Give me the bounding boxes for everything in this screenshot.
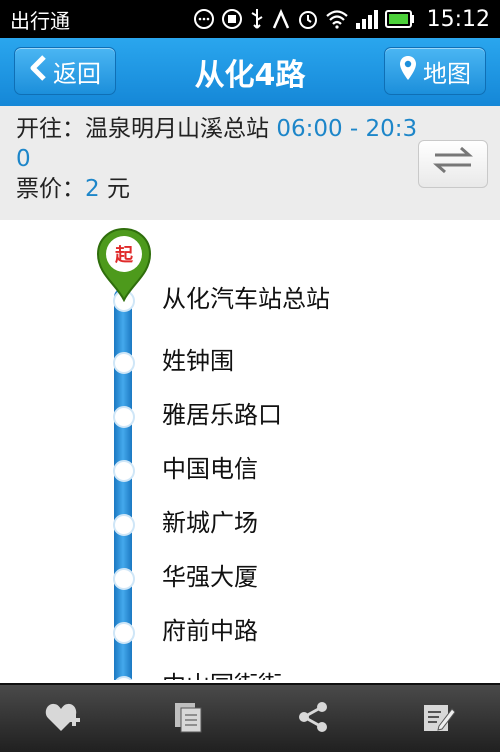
copy-button[interactable] <box>153 691 223 747</box>
map-button[interactable]: 地图 <box>384 47 486 95</box>
stop-list[interactable]: 从化汽车站总站 姓钟围 雅居乐路口 中国电信 新城广场 华强大厦 府前中路 中山… <box>0 220 500 680</box>
swap-direction-button[interactable] <box>418 140 488 188</box>
stop-dot <box>113 622 135 644</box>
map-button-label: 地图 <box>423 59 471 88</box>
list-item[interactable]: 姓钟围 <box>0 342 500 382</box>
sdcard-icon <box>221 8 243 30</box>
stop-name: 雅居乐路口 <box>162 401 282 429</box>
debug-icon <box>271 8 291 30</box>
title-bar: 返回 从化4路 地图 <box>0 38 500 106</box>
fare-unit: 元 <box>106 176 130 202</box>
stop-name: 中国电信 <box>162 455 258 483</box>
status-app-name: 出行通 <box>10 8 70 33</box>
fare-value: 2 <box>85 176 100 202</box>
destination-name: 温泉明月山溪总站 <box>85 116 269 142</box>
list-item[interactable]: 雅居乐路口 <box>0 396 500 436</box>
stop-name: 从化汽车站总站 <box>162 285 330 313</box>
edit-icon <box>421 700 456 738</box>
swap-arrows-icon <box>431 145 475 183</box>
stop-dot <box>113 406 135 428</box>
edit-button[interactable] <box>403 691 473 747</box>
stop-name: 华强大厦 <box>162 563 258 591</box>
status-time: 15:12 <box>426 6 490 32</box>
fare-label: 票价： <box>16 176 85 202</box>
stop-dot <box>113 352 135 374</box>
list-item[interactable]: 新城广场 <box>0 504 500 544</box>
favorite-add-icon <box>44 700 82 738</box>
favorite-button[interactable] <box>28 691 98 747</box>
start-marker: 起 <box>94 226 154 303</box>
signal-icon <box>355 9 379 29</box>
share-button[interactable] <box>278 691 348 747</box>
bottom-toolbar <box>0 683 500 752</box>
start-marker-label: 起 <box>114 244 134 266</box>
battery-icon <box>384 10 415 28</box>
status-icons: 15:12 <box>193 7 490 32</box>
stop-name: 新城广场 <box>162 509 258 537</box>
share-icon <box>296 700 330 738</box>
page-title: 从化4路 <box>194 58 306 93</box>
direction-label: 开往： <box>16 116 85 142</box>
stop-name: 姓钟围 <box>162 347 234 375</box>
alarm-icon <box>297 8 319 30</box>
stop-dot <box>113 568 135 590</box>
message-icon <box>193 8 215 30</box>
stop-dot <box>113 676 135 680</box>
stop-dot <box>113 514 135 536</box>
usb-icon <box>249 8 265 30</box>
wifi-icon <box>325 9 349 29</box>
back-button-label: 返回 <box>53 59 101 88</box>
back-button[interactable]: 返回 <box>14 47 116 95</box>
status-bar: 出行通 15:12 <box>0 0 500 38</box>
list-item[interactable]: 府前中路 <box>0 612 500 652</box>
stop-name: 中山园街街 <box>162 666 282 680</box>
route-info-panel: 开往：温泉明月山溪总站 06:00 - 20:30 票价：2 元 <box>0 106 500 220</box>
copy-icon <box>171 700 205 738</box>
location-pin-icon <box>399 55 417 87</box>
list-item[interactable]: 中山园街街 <box>0 666 500 680</box>
stop-dot <box>113 460 135 482</box>
list-item[interactable]: 从化汽车站总站 <box>0 280 500 320</box>
route-direction: 开往：温泉明月山溪总站 06:00 - 20:30 <box>16 114 421 174</box>
list-item[interactable]: 华强大厦 <box>0 558 500 598</box>
stop-name: 府前中路 <box>162 617 258 645</box>
chevron-left-icon <box>29 55 47 87</box>
list-item[interactable]: 中国电信 <box>0 450 500 490</box>
start-pin-icon: 起 <box>96 227 152 303</box>
